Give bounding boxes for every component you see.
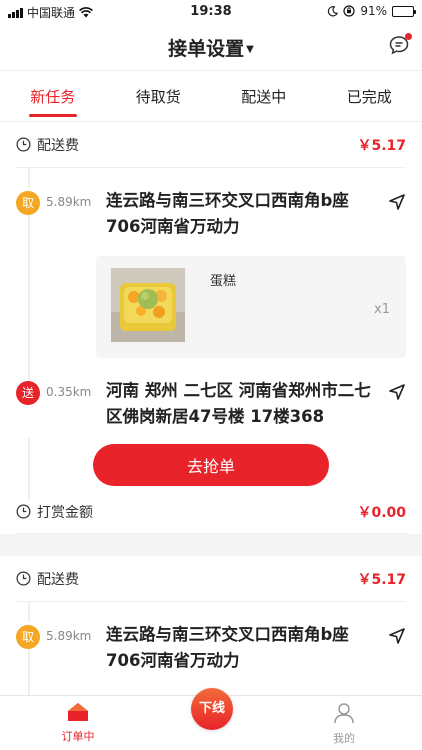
delivery-fee-label: 配送费 — [37, 571, 79, 588]
order-status-tabs: 新任务 待取货 配送中 已完成 — [0, 70, 422, 122]
cake-image — [111, 268, 185, 342]
pickup-distance: 5.89km — [46, 629, 92, 643]
clock-icon — [16, 504, 31, 519]
pickup-stop[interactable]: 取 5.89km 连云路与南三环交叉口西南角b座706河南省万动力 — [16, 602, 406, 674]
tab-mine[interactable]: 我的 — [314, 702, 374, 746]
status-bar: 中国联通 19:38 91% — [0, 0, 422, 22]
grab-order-button[interactable]: 去抢单 — [93, 444, 329, 486]
route-stops: 取 5.89km 连云路与南三环交叉口西南角b座706河南省万动力 — [16, 602, 406, 695]
clock-icon — [16, 137, 31, 152]
moon-icon — [328, 5, 339, 16]
delivery-fee-amount: ￥5.17 — [357, 137, 406, 154]
pickup-badge: 取 — [16, 191, 40, 215]
goods-panel: 蛋糕 x1 — [96, 256, 406, 358]
pickup-distance: 5.89km — [46, 195, 92, 209]
unread-dot — [405, 33, 412, 40]
order-card: 配送费 ￥5.17 取 5.89km 连云路与南三环交叉口西南角b座706河南省… — [0, 122, 422, 534]
tab-new-tasks[interactable]: 新任务 — [0, 71, 106, 121]
pickup-address: 连云路与南三环交叉口西南角b座706河南省万动力 — [106, 191, 349, 236]
message-button[interactable] — [388, 33, 412, 56]
delivery-fee-row: 配送费 ￥5.17 — [16, 122, 406, 168]
reward-row: 打赏金额 ￥0.00 — [16, 490, 406, 534]
tab-delivering[interactable]: 配送中 — [211, 71, 317, 121]
delivery-badge: 送 — [16, 381, 40, 405]
nav-bar: 接单设置 ▼ — [0, 22, 422, 70]
bottom-tab-bar: 订单中 下线 我的 — [0, 688, 422, 750]
pickup-stop[interactable]: 取 5.89km 连云路与南三环交叉口西南角b座706河南省万动力 — [16, 168, 406, 240]
card-separator — [0, 534, 422, 556]
reward-label: 打赏金额 — [37, 504, 93, 521]
navigate-arrow-icon[interactable] — [388, 193, 406, 211]
delivery-fee-row: 配送费 ￥5.17 — [16, 556, 406, 602]
navigate-arrow-icon[interactable] — [388, 383, 406, 401]
delivery-address: 河南 郑州 二七区 河南省郑州市二七区佛岗新居47号楼 17楼368 — [106, 381, 371, 426]
tab-mine-label: 我的 — [333, 732, 355, 745]
app-screen: 中国联通 19:38 91% 接单设置 ▼ 新任务 待取货 配送中 已完成 配送… — [0, 0, 422, 750]
order-list[interactable]: 配送费 ￥5.17 取 5.89km 连云路与南三环交叉口西南角b座706河南省… — [0, 122, 422, 695]
delivery-distance: 0.35km — [46, 385, 92, 399]
tab-completed[interactable]: 已完成 — [317, 71, 422, 121]
delivery-stop[interactable]: 送 0.35km 河南 郑州 二七区 河南省郑州市二七区佛岗新居47号楼 17楼… — [16, 358, 406, 430]
battery-icon — [392, 5, 416, 17]
order-card: 配送费 ￥5.17 取 5.89km 连云路与南三环交叉口西南角b座706河南省… — [0, 556, 422, 695]
route-line — [28, 438, 30, 500]
pickup-address: 连云路与南三环交叉口西南角b座706河南省万动力 — [106, 625, 349, 670]
rotation-lock-icon — [343, 5, 355, 17]
tab-orders[interactable]: 订单中 — [48, 702, 108, 744]
caret-down-icon: ▼ — [246, 44, 254, 55]
clock-icon — [16, 571, 31, 586]
goods-name: 蛋糕 — [210, 274, 237, 289]
pickup-badge: 取 — [16, 625, 40, 649]
user-icon — [334, 703, 354, 724]
battery-percent: 91% — [360, 4, 387, 18]
home-icon — [68, 703, 88, 721]
tab-awaiting-pickup[interactable]: 待取货 — [106, 71, 212, 121]
delivery-fee-amount: ￥5.17 — [357, 571, 406, 588]
goods-quantity: x1 — [374, 302, 390, 317]
order-settings-dropdown[interactable]: 接单设置 ▼ — [0, 34, 422, 61]
route-stops: 取 5.89km 连云路与南三环交叉口西南角b座706河南省万动力 — [16, 168, 406, 500]
reward-amount: ￥0.00 — [357, 504, 406, 521]
tab-orders-label: 订单中 — [61, 730, 95, 743]
go-offline-button[interactable]: 下线 — [191, 688, 233, 730]
page-title: 接单设置 — [168, 38, 245, 60]
navigate-arrow-icon[interactable] — [388, 627, 406, 645]
delivery-fee-label: 配送费 — [37, 137, 79, 154]
